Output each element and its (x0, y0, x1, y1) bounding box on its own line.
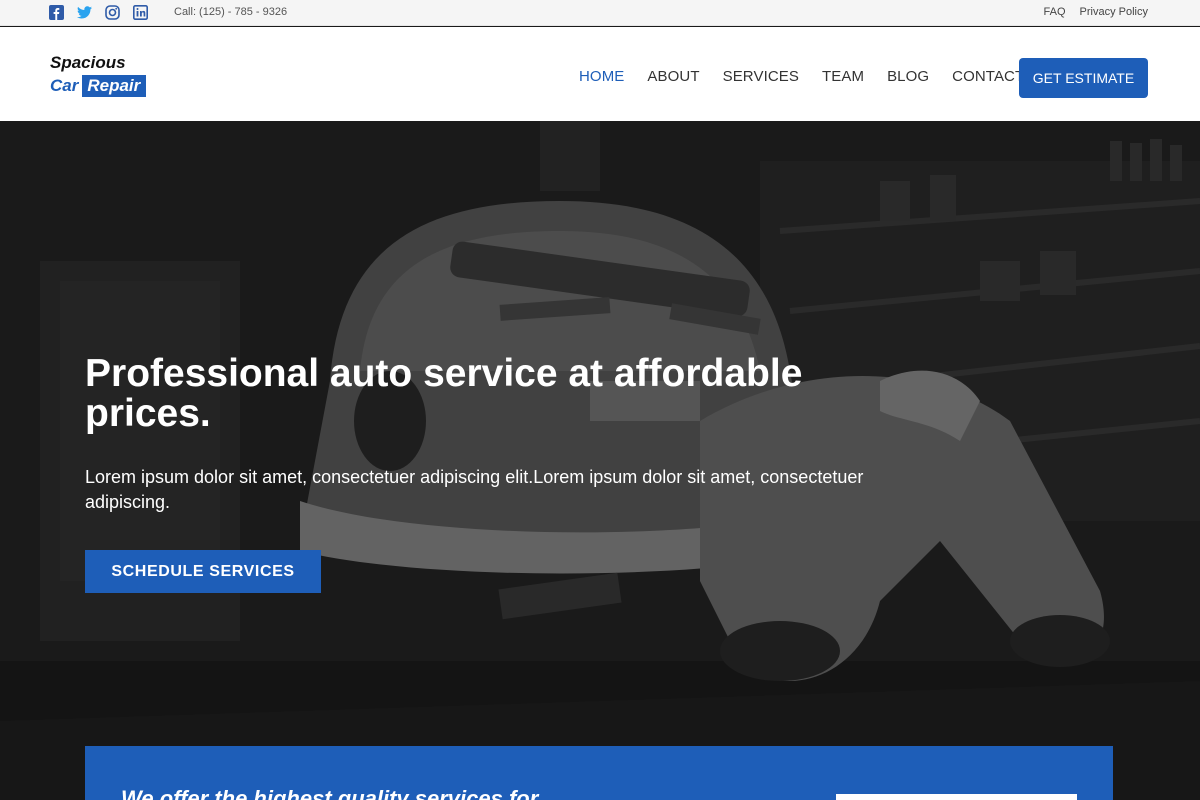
phone-number: Call: (125) - 785 - 9326 (174, 6, 288, 18)
top-links: FAQ Privacy Policy (1044, 6, 1148, 18)
nav-about[interactable]: ABOUT (647, 68, 699, 85)
logo-repair: Repair (82, 75, 147, 97)
linkedin-icon[interactable] (132, 4, 148, 20)
social-links (48, 4, 148, 20)
offer-input-box[interactable] (836, 794, 1077, 800)
instagram-icon[interactable] (104, 4, 120, 20)
schedule-services-button[interactable]: SCHEDULE SERVICES (85, 550, 321, 593)
hero-subtitle: Lorem ipsum dolor sit amet, consectetuer… (85, 467, 864, 512)
privacy-policy-link[interactable]: Privacy Policy (1080, 6, 1148, 18)
top-bar: Call: (125) - 785 - 9326 FAQ Privacy Pol… (0, 0, 1200, 26)
hero-title: Professional auto service at affordable … (85, 352, 803, 435)
get-estimate-button[interactable]: GET ESTIMATE (1019, 58, 1148, 98)
hero-overlay (0, 121, 1200, 800)
nav-team[interactable]: TEAM (822, 68, 864, 85)
site-header: Spacious Car Repair HOME ABOUT SERVICES … (0, 27, 1200, 121)
logo-line-spacious: Spacious (50, 53, 126, 72)
offer-heading: We offer the highest quality services fo… (121, 786, 539, 800)
nav-contact[interactable]: CONTACT (952, 68, 1024, 85)
offer-banner: We offer the highest quality services fo… (85, 746, 1113, 800)
logo-line-car-repair: Car Repair (50, 75, 147, 97)
logo-car: Car (50, 76, 79, 95)
main-nav: HOME ABOUT SERVICES TEAM BLOG CONTACT (579, 68, 1047, 85)
faq-link[interactable]: FAQ (1044, 6, 1066, 18)
nav-services[interactable]: SERVICES (723, 68, 799, 85)
twitter-icon[interactable] (76, 4, 92, 20)
nav-home[interactable]: HOME (579, 68, 624, 85)
nav-blog[interactable]: BLOG (887, 68, 929, 85)
logo[interactable]: Spacious Car Repair (50, 53, 147, 97)
hero-section: Professional auto service at affordable … (0, 121, 1200, 800)
facebook-icon[interactable] (48, 4, 64, 20)
